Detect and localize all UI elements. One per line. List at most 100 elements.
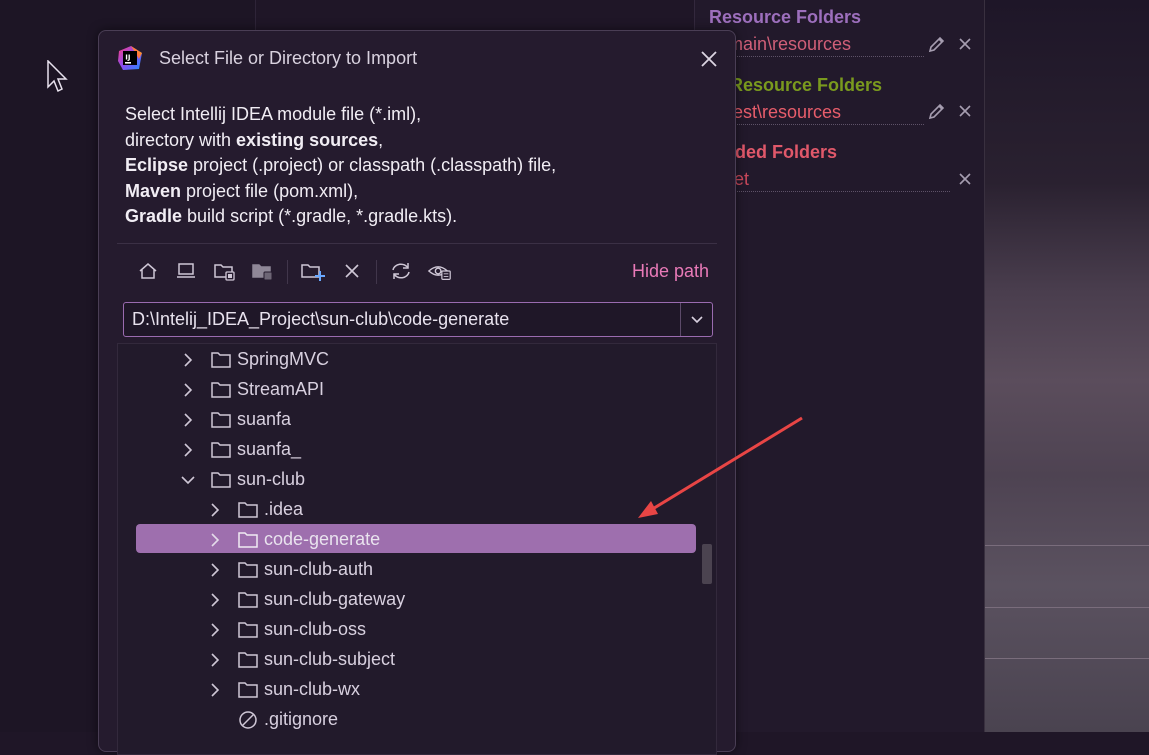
import-dialog: IJ Select File or Directory to Import Se…: [98, 30, 736, 755]
separator: [117, 243, 717, 244]
section-path[interactable]: arget: [708, 169, 950, 192]
tree-item-suanfa[interactable]: suanfa: [118, 405, 716, 435]
description-line: directory with existing sources,: [125, 128, 556, 154]
intellij-logo-icon: IJ: [118, 46, 142, 70]
description-line: Maven project file (pom.xml),: [125, 179, 556, 205]
ignored-file-icon: [239, 711, 257, 729]
close-icon[interactable]: [958, 104, 972, 118]
file-tree[interactable]: SpringMVC StreamAPI suanfa suanfa_ sun-c…: [117, 343, 717, 755]
refresh-icon: [392, 263, 410, 279]
tree-item-streamapi[interactable]: StreamAPI: [118, 375, 716, 405]
tree-item-label: suanfa: [237, 409, 292, 429]
home-button[interactable]: [135, 257, 161, 285]
description-text: build script (*.gradle, *.gradle.kts).: [182, 206, 458, 226]
description-line: Gradle build script (*.gradle, *.gradle.…: [125, 204, 556, 230]
tree-item-label: SpringMVC: [237, 349, 330, 369]
tree-item-sun-club[interactable]: sun-club: [118, 465, 716, 495]
tree-item-code-generate[interactable]: code-generate: [118, 525, 716, 555]
chevron-down-icon[interactable]: [180, 471, 196, 489]
mouse-cursor-icon: [47, 60, 68, 93]
chevron-right-icon[interactable]: [207, 561, 223, 579]
chevron-right-icon[interactable]: [180, 381, 196, 399]
home-icon: [139, 263, 157, 279]
description-text: project (.project) or classpath (.classp…: [188, 155, 557, 175]
chevron-right-icon[interactable]: [180, 411, 196, 429]
chevron-right-icon[interactable]: [207, 531, 223, 549]
dialog-title: Select File or Directory to Import: [159, 48, 418, 68]
close-icon[interactable]: [958, 172, 972, 186]
folder-icon: [211, 352, 231, 368]
folder-icon: [238, 592, 258, 608]
description-line: Select Intellij IDEA module file (*.iml)…: [125, 104, 422, 124]
chevron-down-icon: [691, 315, 703, 323]
desktop-button[interactable]: [173, 257, 199, 285]
tree-item-sun-club-gateway[interactable]: sun-club-gateway: [118, 585, 716, 615]
pencil-icon[interactable]: [927, 34, 947, 54]
tree-item-label: sun-club-subject: [264, 649, 396, 669]
folder-icon: [238, 652, 258, 668]
tree-item-sun-club-subject[interactable]: sun-club-subject: [118, 645, 716, 675]
delete-icon: [345, 264, 359, 278]
chevron-right-icon[interactable]: [180, 441, 196, 459]
new-folder-icon: [301, 264, 325, 281]
folder-icon: [211, 412, 231, 428]
tree-item-label: sun-club-gateway: [264, 589, 406, 609]
folder-icon: [238, 532, 258, 548]
dialog-description: Select Intellij IDEA module file (*.iml)…: [125, 102, 556, 230]
path-dropdown-button[interactable]: [680, 303, 713, 336]
project-directory-button[interactable]: [212, 257, 238, 285]
chevron-right-icon[interactable]: [207, 651, 223, 669]
path-combobox[interactable]: [123, 302, 713, 337]
background-photo: [985, 0, 1149, 732]
delete-button[interactable]: [339, 257, 365, 285]
section-title: Resource Folders: [709, 7, 862, 27]
chevron-right-icon[interactable]: [207, 501, 223, 519]
chevron-right-icon[interactable]: [207, 591, 223, 609]
tree-item-sun-club-auth[interactable]: sun-club-auth: [118, 555, 716, 585]
tree-item-label: .gitignore: [264, 709, 339, 729]
show-hidden-icon: [427, 266, 451, 280]
description-text: directory with: [125, 129, 237, 150]
refresh-button[interactable]: [388, 257, 414, 285]
tree-item-label: sun-club-wx: [264, 679, 361, 699]
tree-item-sun-club-oss[interactable]: sun-club-oss: [118, 615, 716, 645]
tree-item-label: StreamAPI: [237, 379, 325, 399]
tree-item-label: .idea: [264, 499, 304, 519]
toolbar-divider: [287, 260, 288, 284]
description-bold: Eclipse: [125, 155, 189, 175]
path-input[interactable]: [124, 303, 679, 336]
section-path[interactable]: rc\main\resources: [708, 34, 924, 57]
folder-icon: [211, 442, 231, 458]
description-text: project file (pom.xml),: [181, 180, 359, 201]
project-folder-icon: [214, 264, 235, 281]
folder-icon: [211, 382, 231, 398]
close-dialog-icon[interactable]: [699, 49, 719, 69]
tree-item-springmvc[interactable]: SpringMVC: [118, 345, 716, 375]
hide-path-link[interactable]: Hide path: [632, 261, 709, 282]
tree-item-label: code-generate: [264, 529, 381, 549]
description-text: ,: [378, 129, 384, 150]
pencil-icon[interactable]: [927, 101, 947, 121]
tree-item-suanfa-underscore[interactable]: suanfa_: [118, 435, 716, 465]
chevron-right-icon[interactable]: [207, 681, 223, 699]
description-line: Eclipse project (.project) or classpath …: [125, 153, 556, 179]
module-folder-icon: [252, 264, 273, 281]
chevron-right-icon[interactable]: [207, 621, 223, 639]
description-bold: Maven: [125, 180, 182, 201]
tree-scrollbar[interactable]: [702, 544, 712, 584]
close-icon[interactable]: [958, 37, 972, 51]
section-path[interactable]: rc\test\resources: [708, 102, 924, 125]
tree-item-gitignore[interactable]: .gitignore: [118, 705, 716, 735]
folder-icon: [211, 472, 231, 488]
show-hidden-button[interactable]: [427, 257, 453, 285]
folder-icon: [238, 562, 258, 578]
tree-item-idea[interactable]: .idea: [118, 495, 716, 525]
chevron-right-icon[interactable]: [180, 351, 196, 369]
svg-text:IJ: IJ: [125, 54, 130, 62]
tree-item-label: suanfa_: [237, 439, 302, 459]
tree-item-label: sun-club-auth: [264, 559, 374, 579]
new-folder-button[interactable]: [300, 257, 326, 285]
folder-icon: [238, 622, 258, 638]
module-directory-button[interactable]: [250, 257, 276, 285]
tree-item-sun-club-wx[interactable]: sun-club-wx: [118, 675, 716, 705]
